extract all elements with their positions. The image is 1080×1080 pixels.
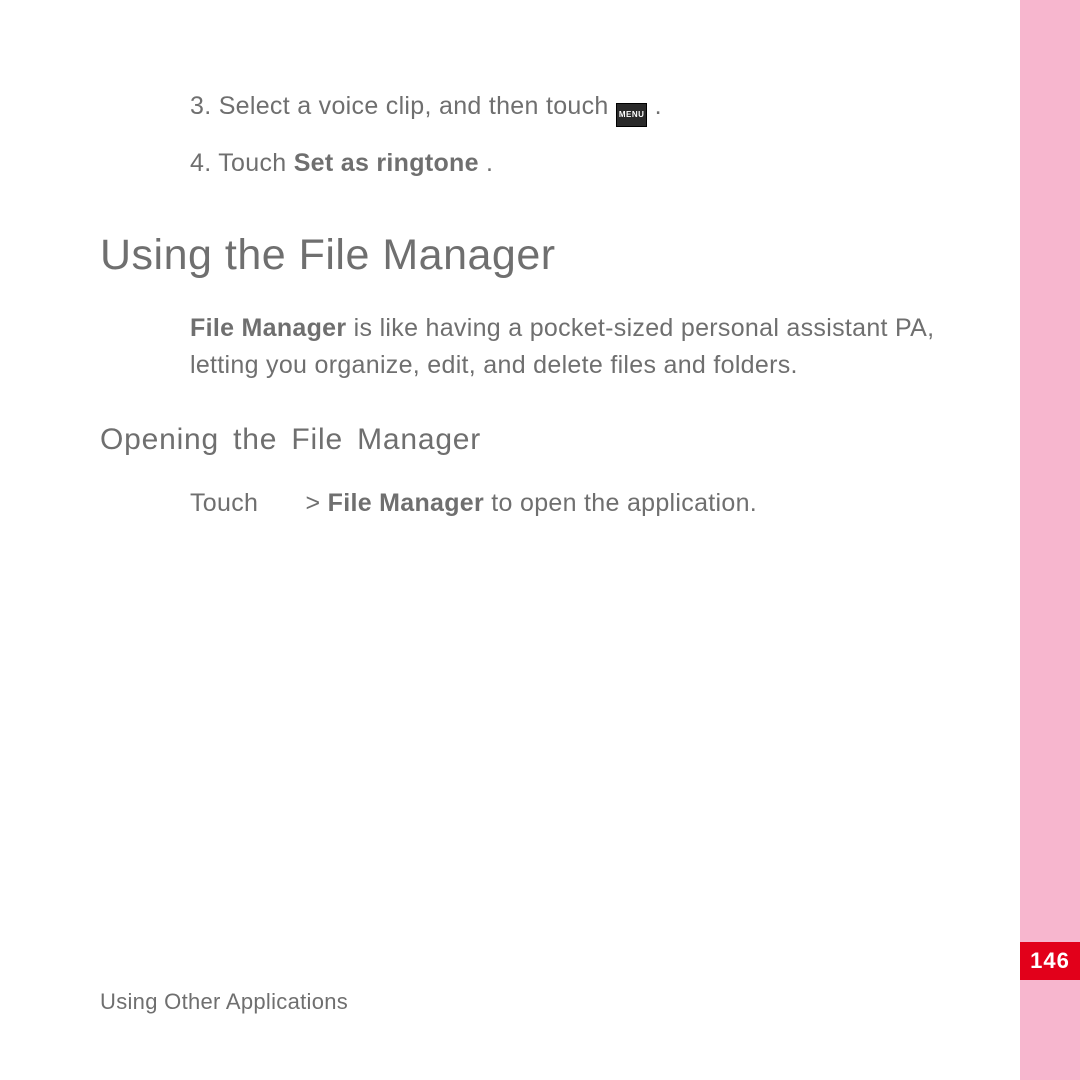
heading-opening-file-manager: Opening the File Manager bbox=[100, 423, 990, 457]
heading-using-file-manager: Using the File Manager bbox=[100, 231, 990, 280]
open-instr-bold: File Manager bbox=[328, 489, 484, 517]
step-3-text-pre: 3. Select a voice clip, and then touch bbox=[190, 92, 616, 120]
open-instr-post: to open the application. bbox=[484, 489, 757, 517]
document-page: 146 3. Select a voice clip, and then tou… bbox=[0, 0, 1080, 1080]
step-3-text-post: . bbox=[655, 92, 662, 120]
step-3: 3. Select a voice clip, and then touch M… bbox=[190, 90, 990, 127]
content-area: 3. Select a voice clip, and then touch M… bbox=[100, 90, 990, 550]
menu-icon: MENU bbox=[616, 103, 648, 127]
step-4-text-post: . bbox=[486, 149, 493, 177]
page-number-badge: 146 bbox=[1020, 942, 1080, 980]
file-manager-bold: File Manager bbox=[190, 314, 346, 342]
step-4-text-pre: 4. Touch bbox=[190, 149, 294, 177]
open-file-manager-instruction: Touch > File Manager to open the applica… bbox=[190, 485, 990, 523]
open-instr-pre: Touch bbox=[190, 489, 258, 517]
step-4: 4. Touch Set as ringtone . bbox=[190, 147, 990, 181]
footer-chapter-title: Using Other Applications bbox=[100, 989, 348, 1015]
open-instr-sep: > bbox=[298, 489, 327, 517]
side-tab-bar bbox=[1020, 0, 1080, 1080]
file-manager-description: File Manager is like having a pocket-siz… bbox=[190, 310, 990, 385]
step-4-bold: Set as ringtone bbox=[294, 149, 479, 177]
